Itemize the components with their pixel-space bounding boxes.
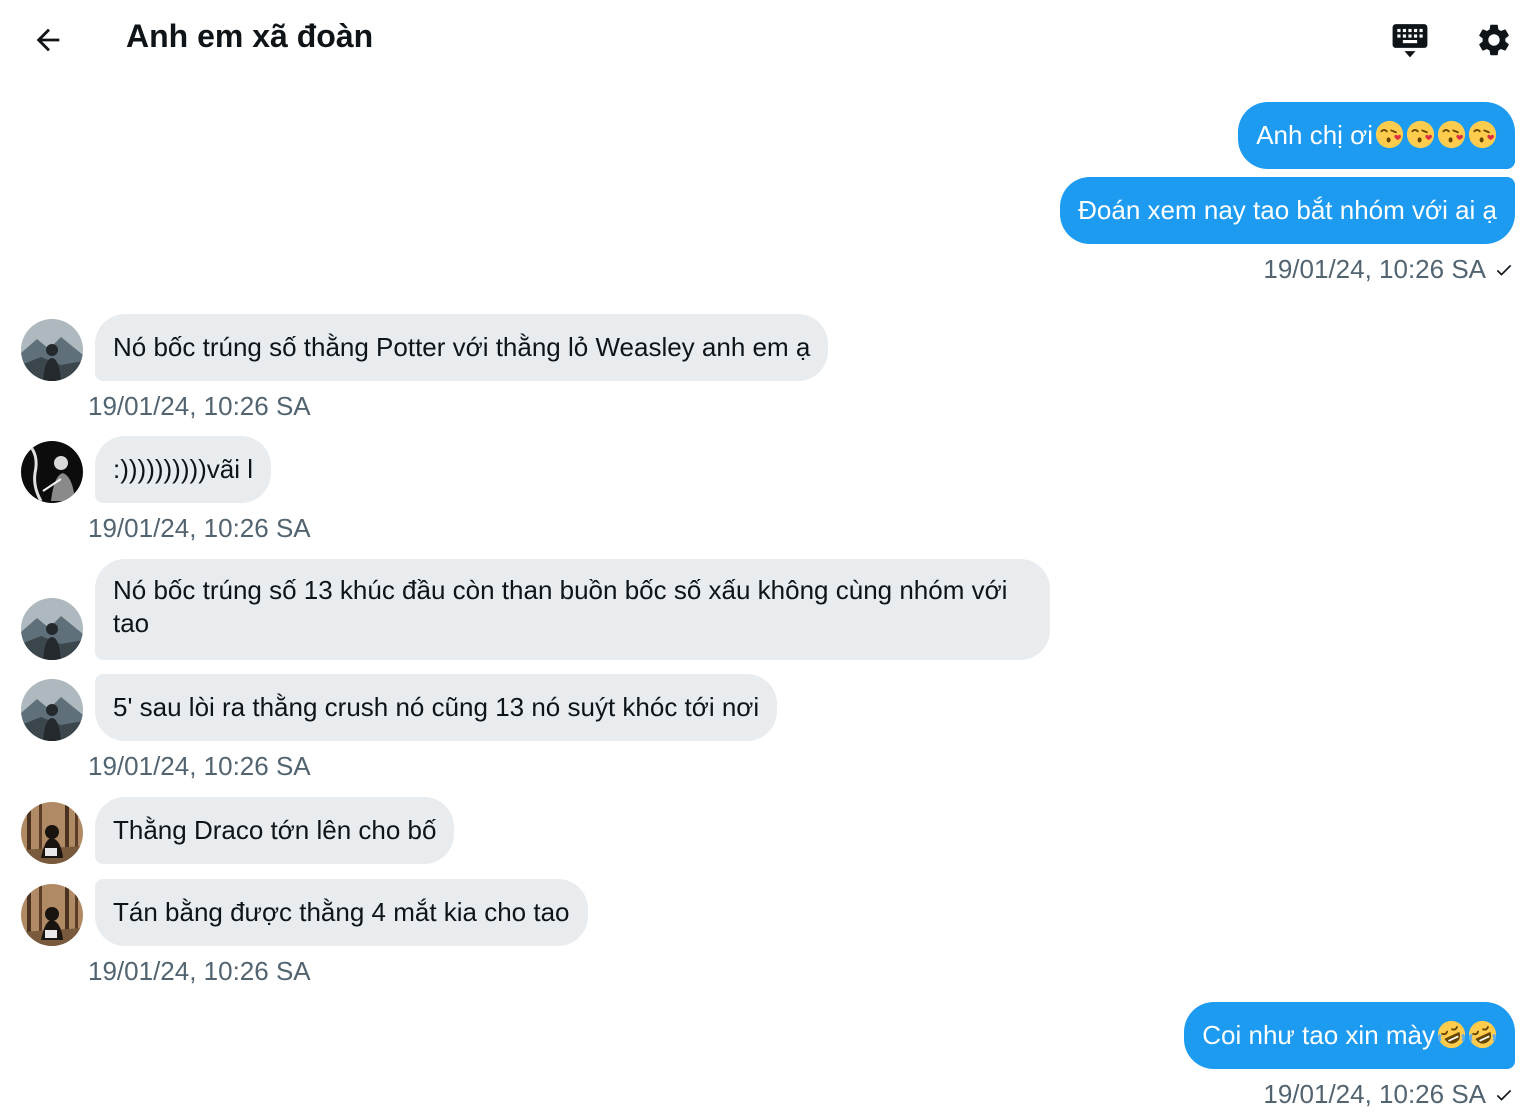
rolling-laughing-emoji-icon	[1468, 1020, 1497, 1049]
kissing-heart-emoji-icon	[1406, 120, 1435, 149]
conversation-title: Anh em xã đoàn	[126, 18, 374, 54]
message-bubble[interactable]: Anh chị ơi	[1238, 102, 1515, 169]
rolling-laughing-emoji-icon	[1437, 1020, 1466, 1049]
message-bubble[interactable]: 5' sau lòi ra thằng crush nó cũng 13 nó …	[95, 674, 778, 741]
dm-conversation-screen: Anh em xã đoàn Anh chị ơi Đoán xem nay t…	[0, 0, 1536, 1117]
arrow-left-icon	[36, 28, 60, 52]
message-text: Tán bằng được thằng 4 mắt kia cho tao	[113, 897, 570, 927]
message-text: 5' sau lòi ra thằng crush nó cũng 13 nó …	[113, 692, 760, 722]
kissing-heart-emoji-icon	[1437, 120, 1466, 149]
message-timestamp: 19/01/24, 10:26 SA	[88, 751, 311, 781]
settings-button[interactable]	[1468, 14, 1520, 66]
message-timestamp: 19/01/24, 10:26 SA	[88, 391, 311, 421]
message-bubble[interactable]: Đoán xem nay tao bắt nhóm với ai ạ	[1060, 177, 1515, 244]
message-text: Thằng Draco tớn lên cho bố	[113, 815, 437, 845]
keyboard-shortcuts-button[interactable]	[1382, 14, 1438, 66]
keyboard-icon	[1392, 24, 1428, 58]
kissing-heart-emoji-icon	[1375, 120, 1404, 149]
checkmark-icon	[1496, 264, 1512, 276]
checkmark-icon	[1496, 1089, 1512, 1101]
message-text: :))))))))))vãi l	[113, 454, 254, 484]
avatar[interactable]	[21, 441, 83, 503]
message-text: Đoán xem nay tao bắt nhóm với ai ạ	[1078, 195, 1497, 225]
message-timestamp: 19/01/24, 10:26 SA	[1263, 1079, 1514, 1110]
conversation-header: Anh em xã đoàn	[0, 0, 1536, 78]
message-bubble[interactable]: :))))))))))vãi l	[95, 436, 272, 503]
avatar[interactable]	[21, 319, 83, 381]
message-text: Coi như tao xin mày	[1202, 1020, 1435, 1050]
message-bubble[interactable]: Nó bốc trúng số 13 khúc đầu còn than buồ…	[95, 559, 1050, 660]
message-timestamp: 19/01/24, 10:26 SA	[1263, 254, 1514, 285]
message-text: Nó bốc trúng số thằng Potter với thằng l…	[113, 332, 811, 362]
avatar[interactable]	[21, 679, 83, 741]
back-button[interactable]	[22, 14, 74, 66]
message-bubble[interactable]: Coi như tao xin mày	[1184, 1002, 1515, 1069]
kissing-heart-emoji-icon	[1468, 120, 1497, 149]
message-bubble[interactable]: Nó bốc trúng số thằng Potter với thằng l…	[95, 314, 829, 381]
message-bubble[interactable]: Tán bằng được thằng 4 mắt kia cho tao	[95, 879, 588, 946]
message-text: Nó bốc trúng số 13 khúc đầu còn than buồ…	[113, 575, 1008, 638]
avatar[interactable]	[21, 802, 83, 864]
message-timestamp: 19/01/24, 10:26 SA	[88, 513, 311, 543]
avatar[interactable]	[21, 598, 83, 660]
avatar[interactable]	[21, 884, 83, 946]
message-text: Anh chị ơi	[1256, 120, 1373, 150]
message-bubble[interactable]: Thằng Draco tớn lên cho bố	[95, 797, 455, 864]
gear-icon	[1479, 24, 1509, 56]
message-timestamp: 19/01/24, 10:26 SA	[88, 956, 311, 986]
